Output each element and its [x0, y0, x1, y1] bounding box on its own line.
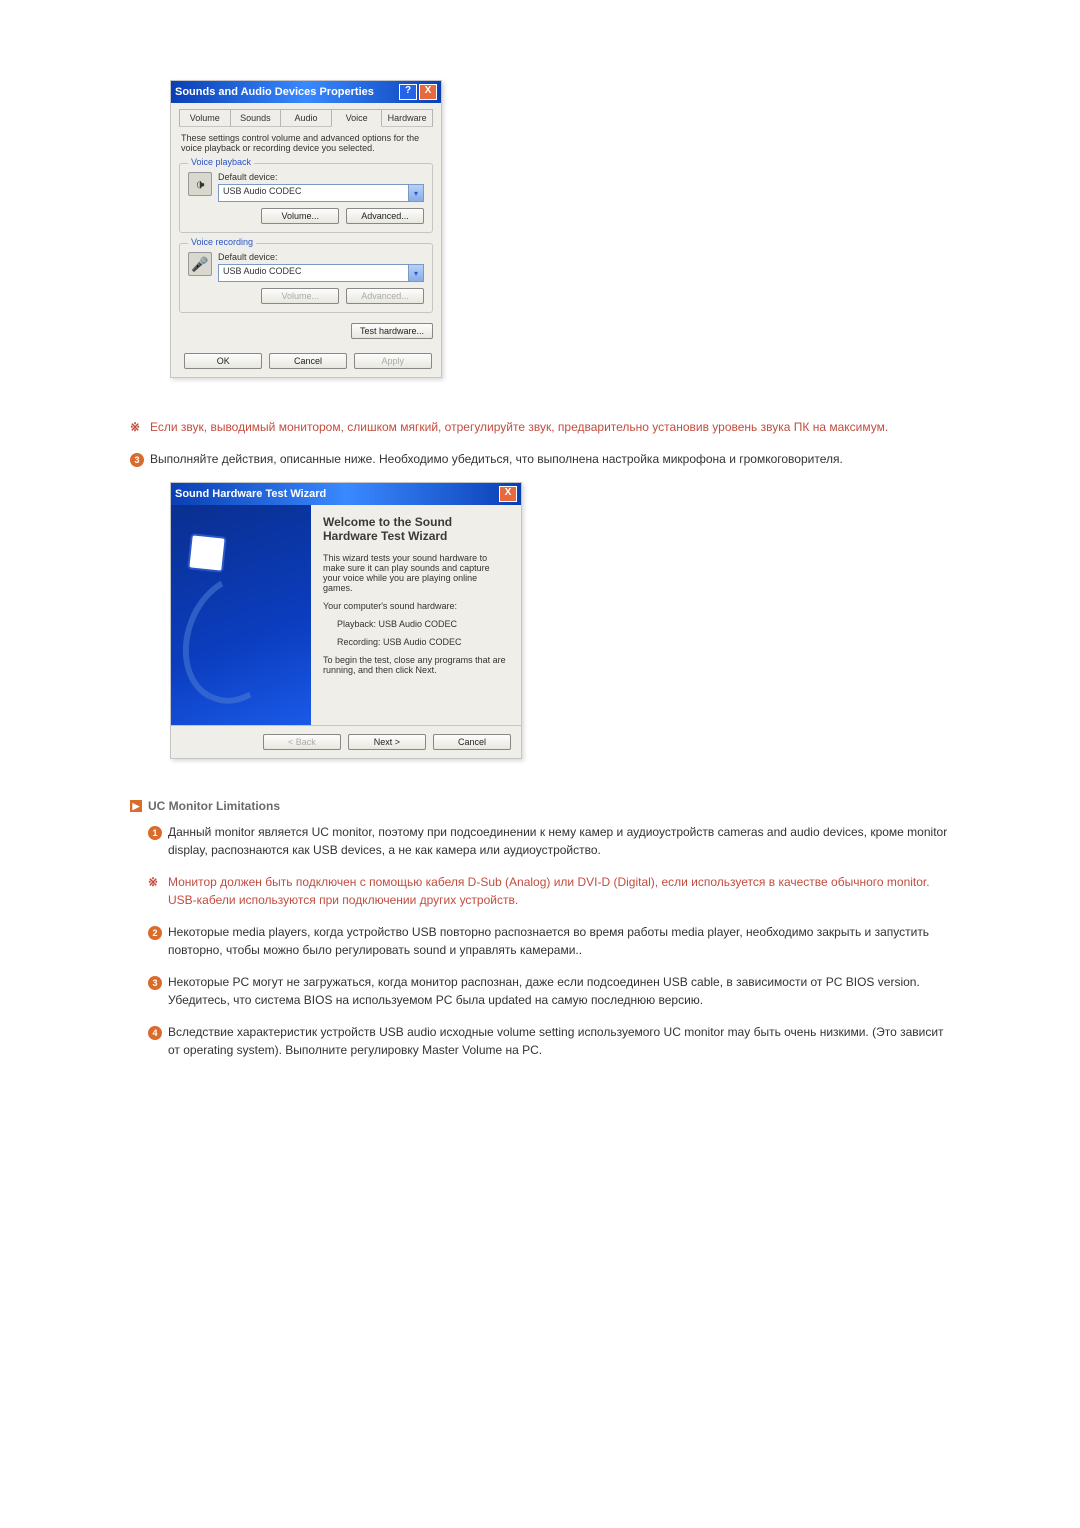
wizard-playback-value: Playback: USB Audio CODEC: [337, 619, 509, 629]
tab-sounds[interactable]: Sounds: [230, 109, 282, 127]
wizard-cancel-button[interactable]: Cancel: [433, 734, 511, 750]
dialog-tabs: Volume Sounds Audio Voice Hardware: [179, 109, 433, 127]
playback-device-select[interactable]: USB Audio CODEC ▾: [218, 184, 424, 202]
volume-note-text: Если звук, выводимый монитором, слишком …: [150, 418, 888, 436]
limitation-note-red-text: Монитор должен быть подключен с помощью …: [168, 873, 950, 909]
wizard-next-button[interactable]: Next >: [348, 734, 426, 750]
voice-playback-legend: Voice playback: [188, 157, 254, 167]
tab-volume[interactable]: Volume: [179, 109, 231, 127]
asterisk-icon: ※: [130, 420, 140, 434]
voice-playback-group: Voice playback 🕩 Default device: USB Aud…: [179, 163, 433, 233]
tab-audio[interactable]: Audio: [280, 109, 332, 127]
wizard-recording-value: Recording: USB Audio CODEC: [337, 637, 509, 647]
speaker-icon: 🕩: [188, 172, 212, 196]
number-badge-3: 3: [148, 976, 162, 990]
wizard-title: Sound Hardware Test Wizard: [175, 488, 326, 500]
step-3-text: Выполняйте действия, описанные ниже. Нео…: [150, 450, 843, 468]
close-icon[interactable]: X: [419, 84, 437, 100]
limitation-note-red: ※ Монитор должен быть подключен с помощь…: [148, 873, 950, 909]
microphone-icon: 🎤: [188, 252, 212, 276]
playback-default-label: Default device:: [218, 172, 424, 182]
recording-default-label: Default device:: [218, 252, 424, 262]
voice-recording-group: Voice recording 🎤 Default device: USB Au…: [179, 243, 433, 313]
recording-device-value: USB Audio CODEC: [219, 265, 408, 281]
number-badge-3: 3: [130, 453, 144, 467]
dialog-titlebar: Sounds and Audio Devices Properties ? X: [171, 81, 441, 103]
ok-button[interactable]: OK: [184, 353, 262, 369]
voice-recording-legend: Voice recording: [188, 237, 256, 247]
wizard-desc-2: To begin the test, close any programs th…: [323, 655, 509, 675]
limitation-2-text: Некоторые media players, когда устройств…: [168, 923, 950, 959]
tab-voice[interactable]: Voice: [331, 109, 383, 127]
limitation-3: 3 Некоторые PC могут не загружаться, ког…: [148, 973, 950, 1009]
wizard-sidebar-graphic: [171, 505, 311, 725]
test-hardware-button[interactable]: Test hardware...: [351, 323, 433, 339]
number-badge-4: 4: [148, 1026, 162, 1040]
wizard-hw-label: Your computer's sound hardware:: [323, 601, 509, 611]
wizard-heading: Welcome to the Sound Hardware Test Wizar…: [323, 515, 509, 543]
limitation-4: 4 Вследствие характеристик устройств USB…: [148, 1023, 950, 1059]
tab-hardware[interactable]: Hardware: [381, 109, 433, 127]
help-icon[interactable]: ?: [399, 84, 417, 100]
dialog-description: These settings control volume and advanc…: [181, 133, 431, 153]
recording-device-select[interactable]: USB Audio CODEC ▾: [218, 264, 424, 282]
playback-advanced-button[interactable]: Advanced...: [346, 208, 424, 224]
step-3: 3 Выполняйте действия, описанные ниже. Н…: [130, 450, 950, 468]
apply-button: Apply: [354, 353, 432, 369]
number-badge-2: 2: [148, 926, 162, 940]
limitation-1: 1 Данный monitor является UC monitor, по…: [148, 823, 950, 859]
arrow-right-icon: ▶: [130, 800, 142, 812]
asterisk-icon: ※: [148, 875, 158, 889]
wizard-titlebar: Sound Hardware Test Wizard X: [171, 483, 521, 505]
chevron-down-icon: ▾: [408, 185, 423, 201]
playback-volume-button[interactable]: Volume...: [261, 208, 339, 224]
recording-volume-button: Volume...: [261, 288, 339, 304]
sounds-audio-dialog: Sounds and Audio Devices Properties ? X …: [170, 80, 442, 378]
volume-note: ※ Если звук, выводимый монитором, слишко…: [130, 418, 950, 436]
limitation-4-text: Вследствие характеристик устройств USB a…: [168, 1023, 950, 1059]
wizard-desc-1: This wizard tests your sound hardware to…: [323, 553, 509, 593]
limitation-1-text: Данный monitor является UC monitor, поэт…: [168, 823, 950, 859]
playback-device-value: USB Audio CODEC: [219, 185, 408, 201]
section-uc-limitations: ▶ UC Monitor Limitations: [130, 799, 950, 813]
dialog-title: Sounds and Audio Devices Properties: [175, 86, 374, 98]
wizard-back-button: < Back: [263, 734, 341, 750]
chevron-down-icon: ▾: [408, 265, 423, 281]
number-badge-1: 1: [148, 826, 162, 840]
recording-advanced-button: Advanced...: [346, 288, 424, 304]
cancel-button[interactable]: Cancel: [269, 353, 347, 369]
section-title: UC Monitor Limitations: [148, 799, 280, 813]
close-icon[interactable]: X: [499, 486, 517, 502]
sound-hardware-wizard: Sound Hardware Test Wizard X Welcome to …: [170, 482, 522, 759]
limitation-3-text: Некоторые PC могут не загружаться, когда…: [168, 973, 920, 1009]
limitation-2: 2 Некоторые media players, когда устройс…: [148, 923, 950, 959]
